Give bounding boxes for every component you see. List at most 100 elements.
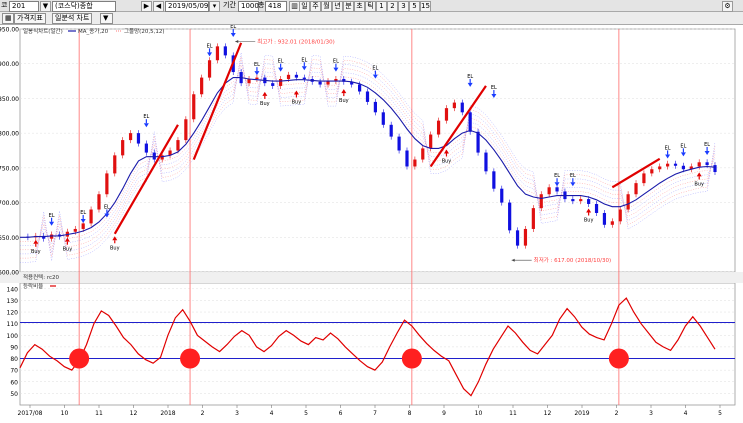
price-y-tick: 600.00 — [0, 270, 19, 277]
price-candle — [318, 81, 322, 85]
x-tick-label: 2 — [201, 410, 205, 417]
el-label: EL — [491, 85, 497, 91]
indicator-y-tick: 120 — [7, 310, 19, 317]
buy-label: Buy — [292, 99, 302, 105]
period-button-6[interactable]: 틱 — [365, 1, 376, 12]
x-tick-label: 5 — [304, 410, 308, 417]
period-button-1[interactable]: 주 — [310, 1, 321, 12]
period-input[interactable]: 1000 — [238, 1, 259, 12]
x-tick-label: 5 — [718, 410, 722, 417]
tab-daily-analysis[interactable]: 일분석 차트 — [52, 13, 93, 24]
price-candle — [113, 155, 117, 174]
price-candle — [215, 46, 220, 61]
period-button-10[interactable]: 5 — [409, 1, 420, 12]
x-tick-label: 7 — [373, 410, 377, 417]
calendar-icon[interactable]: ▾ — [209, 1, 220, 12]
price-candle — [121, 140, 125, 156]
price-candle — [413, 159, 417, 167]
price-candle — [460, 102, 464, 113]
legend-net: 그물망(20,5,12) — [124, 28, 164, 35]
price-candle — [136, 133, 141, 144]
price-candle — [579, 199, 583, 202]
price-candle — [705, 162, 709, 166]
code-input[interactable]: 201 — [9, 1, 39, 12]
chart-dropdown-icon[interactable]: ▼ — [100, 13, 113, 24]
price-candle — [429, 134, 433, 149]
price-candle — [555, 187, 559, 192]
el-label: EL — [680, 143, 686, 149]
el-label: EL — [278, 59, 284, 65]
price-candle — [610, 221, 614, 225]
el-label: EL — [207, 43, 213, 49]
price-candle — [255, 77, 259, 79]
panel-divider — [0, 272, 743, 283]
period-button-7[interactable]: 1 — [376, 1, 387, 12]
grid-icon[interactable]: ▦ — [2, 13, 14, 24]
price-candle — [697, 162, 701, 167]
el-label: EL — [254, 62, 260, 68]
market-name[interactable]: (코스닥)종합 — [52, 1, 116, 12]
next-icon[interactable]: ▶ — [141, 1, 152, 12]
sub-toolbar: ▦ 가격지표 일분석 차트 ▼ — [0, 12, 743, 25]
el-label: EL — [104, 204, 110, 210]
price-candle — [500, 188, 504, 203]
price-candle — [673, 163, 678, 166]
chart-area: 950.00 900.00 850.00 800.00 750.00 700.00 650.… — [0, 25, 743, 417]
price-candle — [515, 230, 520, 246]
price-candle — [531, 208, 535, 229]
price-candle — [373, 101, 377, 113]
price-candle — [523, 228, 528, 246]
period-button-0[interactable]: 일 — [299, 1, 310, 12]
code-dropdown-icon[interactable]: ▼ — [40, 1, 51, 12]
x-tick-label: 2019 — [574, 410, 589, 417]
period-button-4[interactable]: 분 — [343, 1, 354, 12]
period-button-3[interactable]: 년 — [332, 1, 343, 12]
price-candle — [200, 77, 204, 95]
prev-icon[interactable]: ◀ — [153, 1, 164, 12]
price-y-tick: 950.00 — [0, 27, 19, 34]
price-candle — [144, 143, 148, 153]
period-button-8[interactable]: 2 — [387, 1, 398, 12]
price-candle — [279, 78, 283, 86]
count-input[interactable]: 418 — [265, 1, 287, 12]
period-button-9[interactable]: 3 — [398, 1, 409, 12]
period-button-2[interactable]: 월 — [321, 1, 332, 12]
price-y-tick: 800.00 — [0, 131, 19, 138]
price-y-tick: 700.00 — [0, 200, 19, 207]
annotation-label: 최고가 : 932.01 (2018/01/30) — [257, 37, 335, 45]
price-candle — [618, 209, 622, 222]
legend-ma: MA_종가,20 — [78, 27, 109, 35]
period-label: 기간 — [223, 1, 236, 9]
price-candle — [73, 228, 77, 232]
indicator-y-tick: 110 — [7, 321, 19, 328]
buy-label: Buy — [31, 249, 41, 255]
period-button-11[interactable]: 15 — [420, 1, 431, 12]
settings-icon[interactable]: ⚙ — [722, 1, 733, 12]
el-label: EL — [143, 114, 149, 120]
tab-price-indicator[interactable]: 가격지표 — [14, 13, 46, 24]
price-candle — [634, 183, 638, 195]
price-candle — [421, 148, 425, 160]
legend-candle: 일봉식차트(일간) — [23, 27, 63, 35]
price-y-tick: 850.00 — [0, 96, 19, 103]
indicator-y-tick: 130 — [7, 298, 19, 305]
x-tick-label: 2 — [615, 410, 619, 417]
price-candle — [302, 77, 306, 79]
el-label: EL — [570, 173, 576, 179]
signal-marker — [608, 348, 629, 369]
code-prefix: 코 — [1, 1, 8, 9]
price-candle — [642, 173, 646, 184]
price-candle — [594, 203, 599, 213]
el-label: EL — [467, 74, 473, 80]
legend-ratio: 등락비율 — [23, 282, 43, 290]
signal-marker — [180, 348, 201, 369]
price-candle — [389, 124, 393, 137]
price-candle — [626, 194, 630, 210]
indicator-y-tick: 90 — [10, 344, 18, 351]
price-candle — [539, 194, 543, 209]
date-input[interactable]: 2019/05/09 — [165, 1, 209, 12]
price-candle — [128, 133, 133, 141]
period-button-5[interactable]: 초 — [354, 1, 365, 12]
price-candle — [547, 187, 551, 195]
price-candle — [452, 102, 456, 109]
